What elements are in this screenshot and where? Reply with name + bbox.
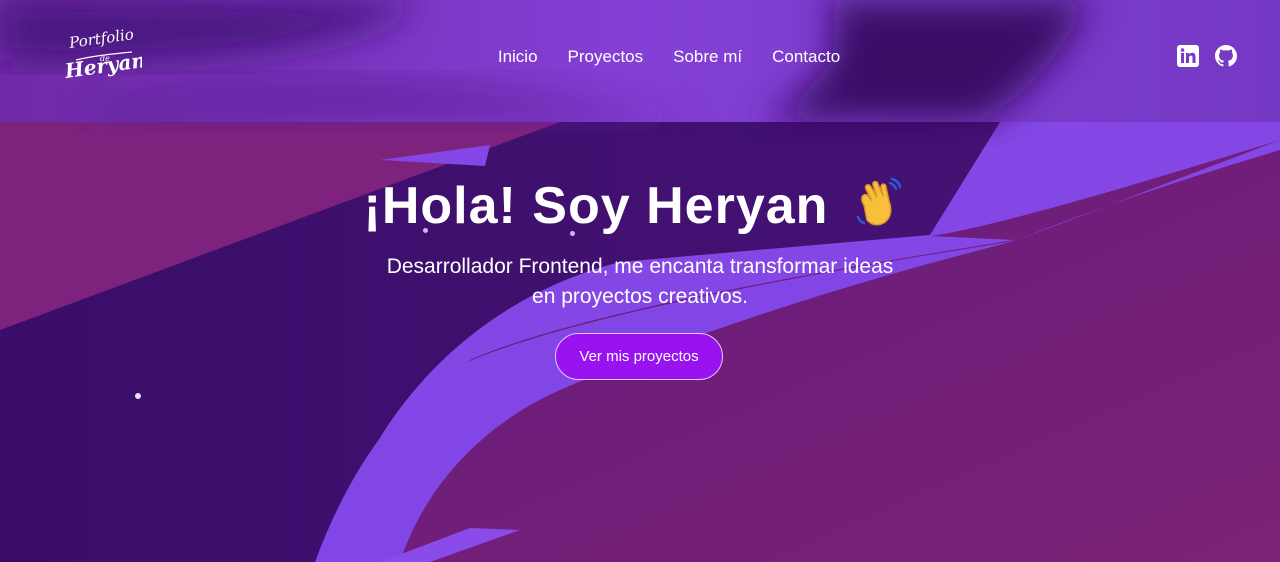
nav-proyectos[interactable]: Proyectos bbox=[568, 45, 644, 69]
hero-title: ¡Hola! Soy Heryan bbox=[364, 170, 907, 242]
nav-contacto[interactable]: Contacto bbox=[772, 45, 840, 69]
linkedin-icon[interactable] bbox=[1176, 44, 1200, 68]
hero-title-text: ¡Hola! Soy Heryan bbox=[363, 177, 829, 235]
hero-subtitle: Desarrollador Frontend, me encanta trans… bbox=[0, 252, 1280, 312]
star-dot bbox=[135, 393, 141, 399]
github-icon[interactable] bbox=[1214, 44, 1238, 68]
waving-hand-icon bbox=[857, 177, 902, 226]
view-projects-button[interactable]: Ver mis proyectos bbox=[555, 333, 723, 380]
site-header: Portfolio de Heryan Inicio Proyectos Sob… bbox=[0, 0, 1280, 122]
star-dot bbox=[423, 228, 428, 233]
nav-sobre-mi[interactable]: Sobre mí bbox=[673, 45, 742, 69]
view-projects-label: Ver mis proyectos bbox=[579, 348, 699, 365]
main-nav: Inicio Proyectos Sobre mí Contacto bbox=[0, 45, 1280, 69]
nav-inicio[interactable]: Inicio bbox=[498, 45, 538, 69]
hero-subtitle-text: Desarrollador Frontend, me encanta trans… bbox=[386, 255, 894, 308]
hero-section: ¡Hola! Soy Heryan bbox=[0, 170, 1280, 242]
star-dot bbox=[570, 231, 575, 236]
